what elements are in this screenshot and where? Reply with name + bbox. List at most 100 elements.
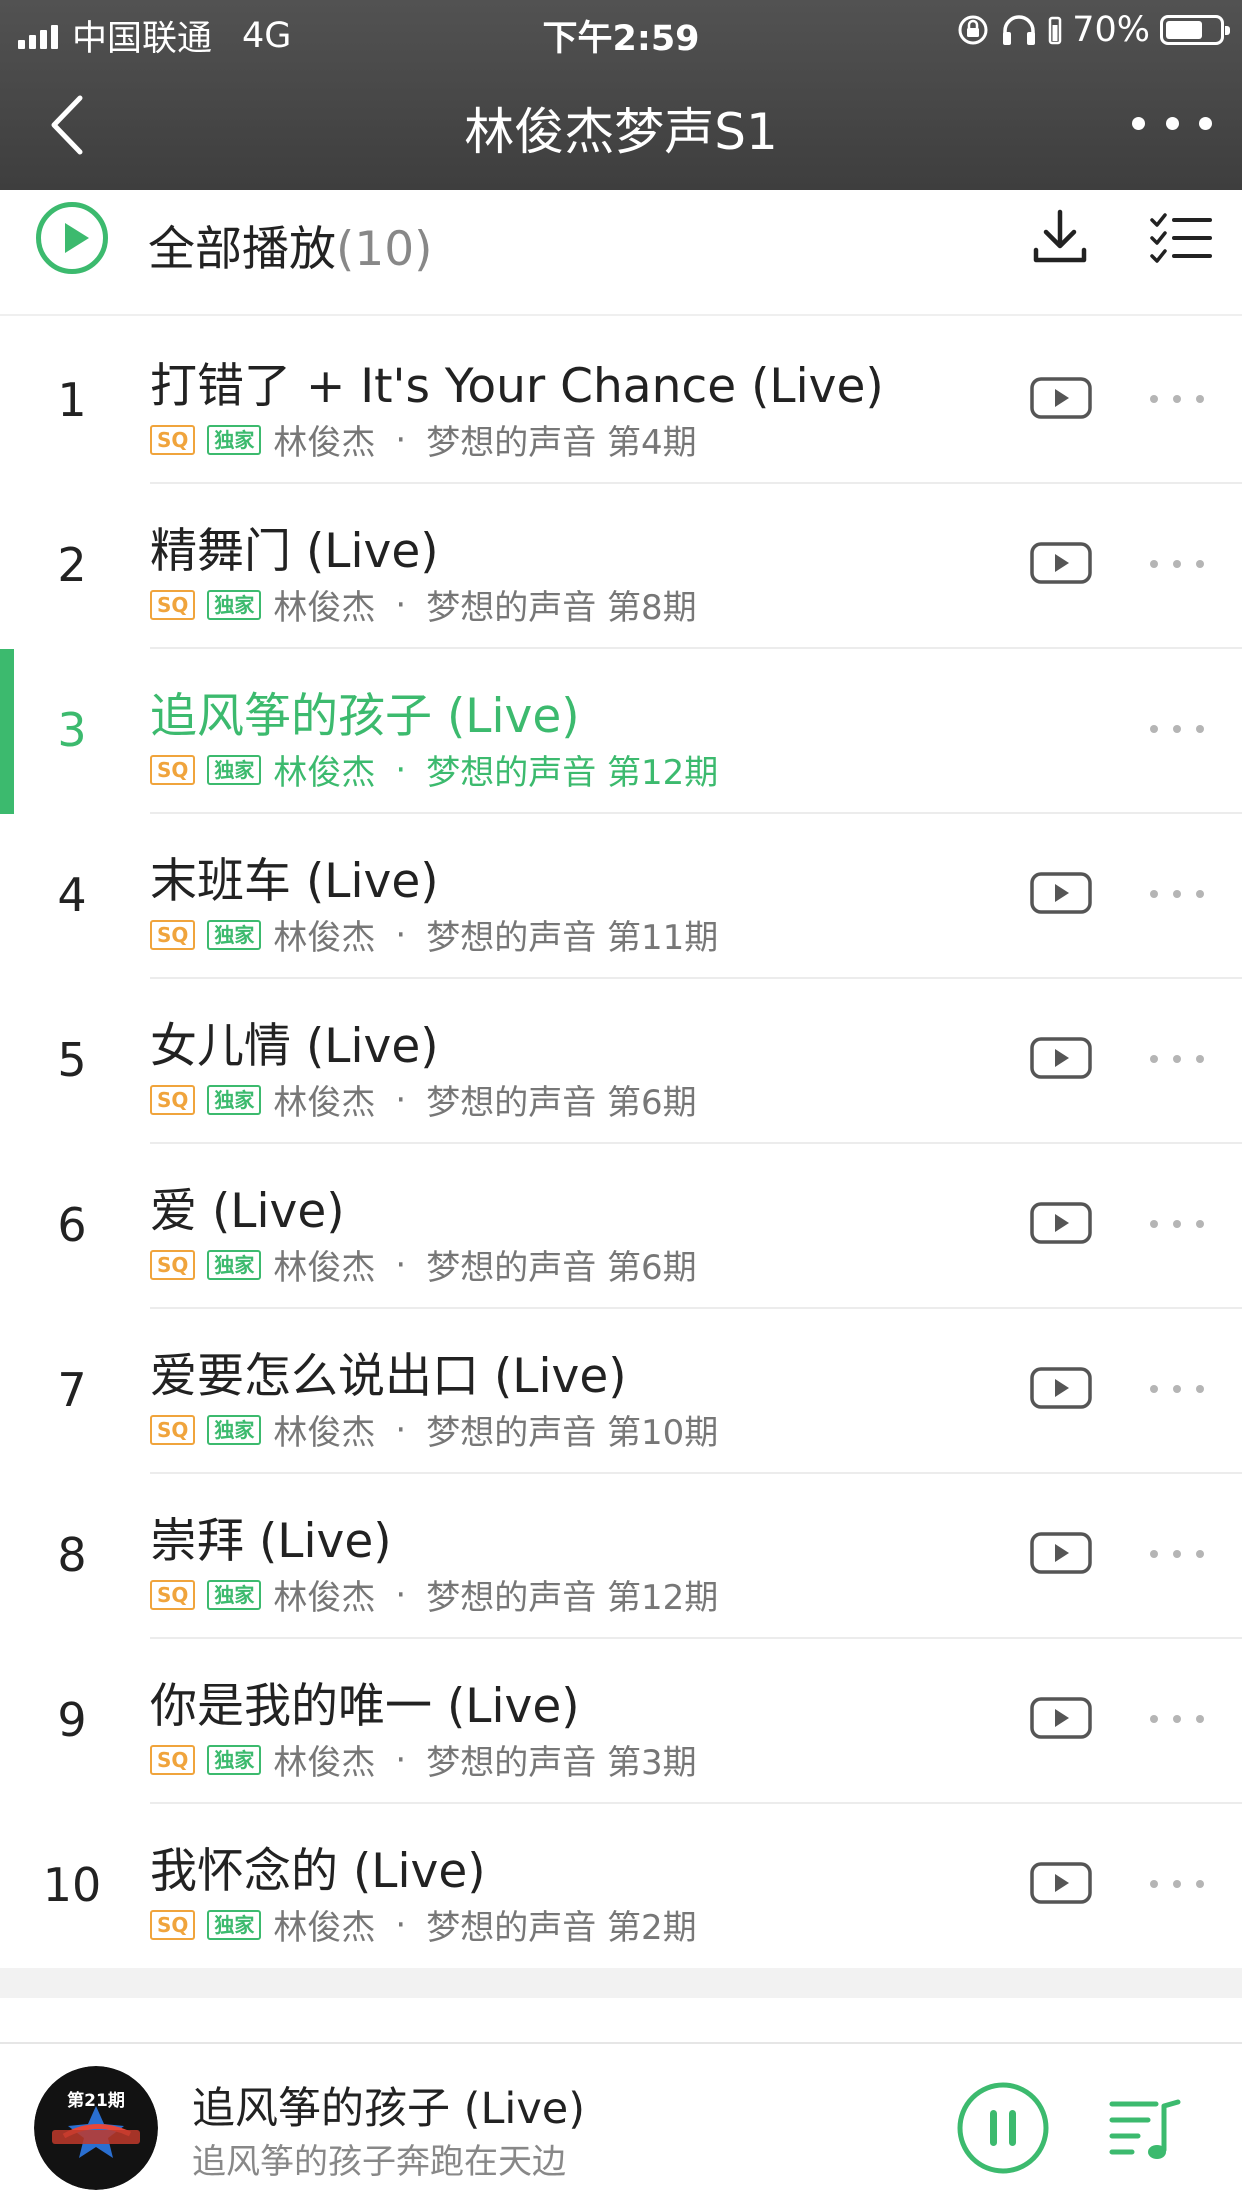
video-play-icon[interactable]	[1030, 1532, 1092, 1574]
song-title: 爱 (Live)	[150, 1184, 345, 1239]
album-art-text: 第21期	[67, 2091, 125, 2111]
meta-separator: ·	[395, 1574, 407, 1615]
song-meta: SQ 独家 林俊杰 · 梦想的声音 第3期	[150, 1735, 697, 1784]
song-row-2[interactable]: 2 精舞门 (Live) SQ 独家 林俊杰 · 梦想的声音 第8期	[0, 484, 1242, 649]
song-index: 8	[57, 1528, 87, 1582]
song-index: 4	[57, 868, 87, 922]
headphones-icon	[1003, 15, 1036, 45]
song-album: 梦想的声音 第11期	[426, 918, 719, 958]
meta-separator: ·	[395, 749, 407, 790]
play-all-bar: 全部播放(10)	[0, 190, 1242, 316]
song-index: 9	[57, 1693, 87, 1747]
song-meta: SQ 独家 林俊杰 · 梦想的声音 第8期	[150, 580, 697, 629]
header: 中国联通 4G 下午2:59 70% 林俊杰梦声S1	[0, 0, 1242, 190]
sq-badge: SQ	[150, 754, 196, 785]
song-row-6[interactable]: 6 爱 (Live) SQ 独家 林俊杰 · 梦想的声音 第6期	[0, 1144, 1242, 1309]
video-play-icon[interactable]	[1030, 872, 1092, 914]
sq-badge: SQ	[150, 1249, 196, 1280]
more-dots-icon[interactable]	[1150, 1540, 1204, 1568]
video-play-icon[interactable]	[1030, 1697, 1092, 1739]
sq-badge: SQ	[150, 1414, 196, 1445]
song-row-9[interactable]: 9 你是我的唯一 (Live) SQ 独家 林俊杰 · 梦想的声音 第3期	[0, 1639, 1242, 1804]
exclusive-badge: 独家	[207, 1909, 262, 1940]
song-row-1[interactable]: 1 打错了 + It's Your Chance (Live) SQ 独家 林俊…	[0, 319, 1242, 484]
sq-badge: SQ	[150, 589, 196, 620]
song-row-5[interactable]: 5 女儿情 (Live) SQ 独家 林俊杰 · 梦想的声音 第6期	[0, 979, 1242, 1144]
sq-badge: SQ	[150, 1744, 196, 1775]
song-meta: SQ 独家 林俊杰 · 梦想的声音 第6期	[150, 1075, 697, 1124]
nav-bar: 林俊杰梦声S1	[0, 62, 1242, 190]
now-playing-lyric: 追风筝的孩子奔跑在天边	[192, 2142, 566, 2182]
song-row-3[interactable]: 3 追风筝的孩子 (Live) SQ 独家 林俊杰 · 梦想的声音 第12期	[0, 649, 1242, 814]
video-play-icon[interactable]	[1030, 1862, 1092, 1904]
song-album: 梦想的声音 第4期	[426, 423, 697, 463]
song-meta: SQ 独家 林俊杰 · 梦想的声音 第2期	[150, 1900, 697, 1949]
battery-percent: 70%	[1072, 10, 1150, 50]
chevron-left-icon[interactable]	[40, 90, 100, 160]
song-index: 10	[42, 1858, 102, 1912]
list-select-icon[interactable]	[1148, 210, 1212, 266]
more-dots-icon[interactable]	[1150, 1375, 1204, 1403]
exclusive-badge: 独家	[207, 1249, 262, 1280]
video-play-icon[interactable]	[1030, 542, 1092, 584]
song-row-8[interactable]: 8 崇拜 (Live) SQ 独家 林俊杰 · 梦想的声音 第12期	[0, 1474, 1242, 1639]
song-artist: 林俊杰	[273, 1248, 376, 1288]
more-dots-icon[interactable]	[1150, 550, 1204, 578]
meta-separator: ·	[395, 1739, 407, 1780]
download-icon[interactable]	[1030, 206, 1090, 266]
headphone-battery-icon	[1048, 16, 1062, 45]
song-title: 我怀念的 (Live)	[150, 1844, 486, 1899]
play-circle-icon[interactable]	[36, 202, 108, 274]
song-row-7[interactable]: 7 爱要怎么说出口 (Live) SQ 独家 林俊杰 · 梦想的声音 第10期	[0, 1309, 1242, 1474]
more-dots-icon[interactable]	[1150, 715, 1204, 743]
page-title: 林俊杰梦声S1	[464, 103, 778, 161]
more-dots-icon[interactable]	[1150, 385, 1204, 413]
song-title: 追风筝的孩子 (Live)	[150, 689, 580, 744]
video-play-icon[interactable]	[1030, 377, 1092, 419]
song-title: 末班车 (Live)	[150, 854, 439, 909]
song-album: 梦想的声音 第3期	[426, 1743, 697, 1783]
song-index: 5	[57, 1033, 87, 1087]
song-meta: SQ 独家 林俊杰 · 梦想的声音 第10期	[150, 1405, 718, 1454]
song-row-4[interactable]: 4 末班车 (Live) SQ 独家 林俊杰 · 梦想的声音 第11期	[0, 814, 1242, 979]
more-dots-icon[interactable]	[1150, 1210, 1204, 1238]
song-count: (10)	[336, 222, 433, 277]
song-title: 爱要怎么说出口 (Live)	[150, 1349, 627, 1404]
exclusive-badge: 独家	[207, 1744, 262, 1775]
mini-player[interactable]: 第21期 追风筝的孩子 (Live) 追风筝的孩子奔跑在天边	[0, 2042, 1242, 2210]
song-index: 1	[57, 373, 87, 427]
album-art[interactable]: 第21期	[34, 2066, 158, 2190]
song-meta: SQ 独家 林俊杰 · 梦想的声音 第6期	[150, 1240, 697, 1289]
orientation-lock-icon	[958, 15, 988, 45]
song-meta: SQ 独家 林俊杰 · 梦想的声音 第4期	[150, 415, 697, 464]
play-all-label: 全部播放	[148, 222, 336, 277]
play-all-button[interactable]: 全部播放(10)	[148, 210, 432, 279]
more-dots-icon[interactable]	[1150, 1870, 1204, 1898]
song-meta: SQ 独家 林俊杰 · 梦想的声音 第12期	[150, 745, 718, 794]
sq-badge: SQ	[150, 1084, 196, 1115]
pause-circle-icon[interactable]	[955, 2080, 1051, 2176]
video-play-icon[interactable]	[1030, 1367, 1092, 1409]
meta-separator: ·	[395, 1409, 407, 1450]
more-dots-icon[interactable]	[1132, 98, 1212, 148]
list-footer-gap	[0, 1968, 1242, 1998]
song-artist: 林俊杰	[273, 1908, 376, 1948]
now-playing-title: 追风筝的孩子 (Live)	[192, 2084, 586, 2134]
song-title: 精舞门 (Live)	[150, 524, 439, 579]
song-artist: 林俊杰	[273, 588, 376, 628]
more-dots-icon[interactable]	[1150, 1045, 1204, 1073]
song-artist: 林俊杰	[273, 423, 376, 463]
song-artist: 林俊杰	[273, 753, 376, 793]
video-play-icon[interactable]	[1030, 1037, 1092, 1079]
more-dots-icon[interactable]	[1150, 880, 1204, 908]
song-album: 梦想的声音 第10期	[426, 1413, 719, 1453]
playlist-icon[interactable]	[1108, 2090, 1184, 2166]
more-dots-icon[interactable]	[1150, 1705, 1204, 1733]
sq-badge: SQ	[150, 1909, 196, 1940]
song-album: 梦想的声音 第2期	[426, 1908, 697, 1948]
song-row-10[interactable]: 10 我怀念的 (Live) SQ 独家 林俊杰 · 梦想的声音 第2期	[0, 1804, 1242, 1969]
meta-separator: ·	[395, 1904, 407, 1945]
exclusive-badge: 独家	[207, 1579, 262, 1610]
song-artist: 林俊杰	[273, 1083, 376, 1123]
video-play-icon[interactable]	[1030, 1202, 1092, 1244]
